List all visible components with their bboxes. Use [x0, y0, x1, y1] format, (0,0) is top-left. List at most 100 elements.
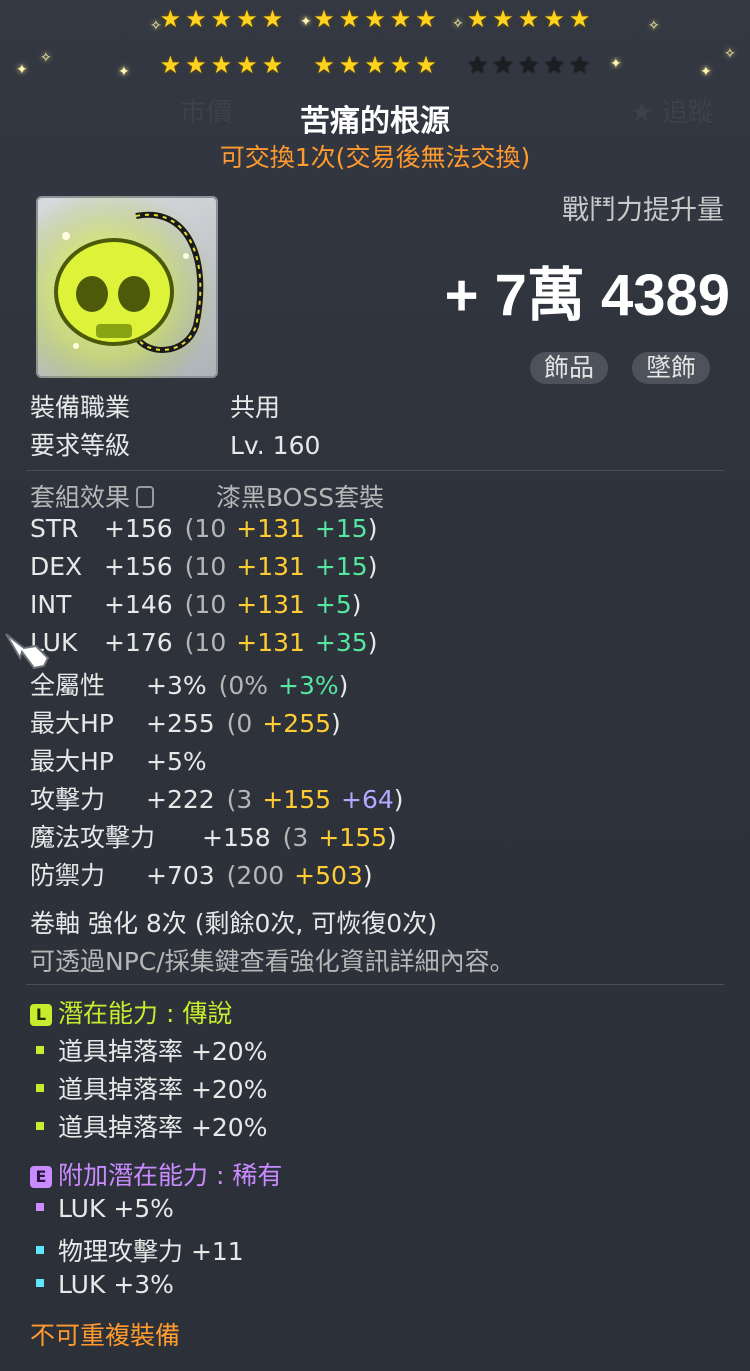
star-icon: ★ — [492, 5, 514, 33]
star-force-bar: ★ ★ ★ ★ ★ ★ ★ ★ ★ ★ ★ ★ ★ ★ ★ ★ ★ ★ ★ ★ ★ ★ ★ ★ ★ ★ ★ ★ ★ ★ ✦ ✧ ✦ ✧ … — [16, 5, 736, 80]
additional-potential-header: E 附加潛在能力 : 稀有 — [30, 1156, 282, 1192]
star-icon: ★ — [185, 5, 207, 33]
stat-base: (3 — [282, 823, 309, 852]
stat-base: (200 — [226, 861, 285, 890]
requirement-value: Lv. 160 — [230, 431, 321, 460]
potential-line-text: 道具掉落率 +20% — [58, 1113, 268, 1142]
additional-line: LUK +5% — [30, 1194, 174, 1223]
stat-total: +3% — [146, 671, 207, 700]
star-group: ★ ★ ★ ★ ★ — [467, 6, 591, 32]
star-icon: ★ — [517, 51, 540, 79]
skull-pendant-icon — [36, 196, 218, 378]
stat-name: DEX — [30, 552, 83, 581]
stat-base: (0 — [226, 709, 253, 738]
star-icon: ★ — [389, 51, 412, 79]
stat-base: (10 — [184, 590, 227, 619]
stat-end: ) — [367, 514, 378, 543]
star-icon: ★ — [543, 51, 565, 79]
stat-total: +156 — [104, 552, 173, 581]
scroll-upgrade-hint: 可透過NPC/採集鍵查看強化資訊詳細內容。 — [30, 947, 515, 976]
stat-b: +64 — [341, 785, 394, 814]
stat-a: +503 — [294, 861, 363, 890]
additional-line-text: LUK +3% — [58, 1270, 174, 1299]
stat-end: ) — [338, 671, 349, 700]
star-group: ★ ★ ★ ★ ★ — [160, 52, 284, 78]
stat-row: LUK +176 (10 +131 +35) — [30, 628, 377, 657]
potential-header: L 潛在能力 : 傳說 — [30, 994, 232, 1030]
stat-end: ) — [393, 785, 404, 814]
star-icon: ★ — [313, 5, 335, 33]
stat-row: 防禦力 +703 (200 +503) — [30, 856, 373, 892]
set-effect-row[interactable]: 套組效果 漆黑BOSS套裝 — [30, 478, 384, 514]
stat-b: +15 — [314, 514, 368, 543]
stat-end: ) — [387, 823, 397, 852]
star-icon: ★ — [466, 5, 489, 33]
stat-total: +255 — [146, 709, 215, 738]
item-icon-frame — [36, 196, 218, 378]
star-group: ★ ★ ★ ★ ★ — [313, 6, 437, 32]
stat-base: (3 — [226, 785, 253, 814]
requirement-row: 要求等級 Lv. 160 — [30, 426, 320, 462]
stat-name: 防禦力 — [30, 861, 106, 890]
rare-badge-icon: E — [30, 1166, 52, 1188]
scroll-upgrade-line: 卷軸 強化 8次 (剩餘0次, 可恢復0次) — [30, 909, 437, 938]
stat-name: 最大HP — [30, 747, 114, 776]
stat-total: +703 — [146, 861, 215, 890]
additional-potential-title: 附加潛在能力 : 稀有 — [58, 1161, 283, 1190]
star-icon: ★ — [568, 51, 591, 79]
additional-line-text: 物理攻擊力 +11 — [58, 1237, 244, 1266]
stat-row: 魔法攻擊力 +158 (3 +155) — [30, 818, 397, 854]
star-icon: ★ — [159, 51, 182, 79]
stat-b: +3% — [278, 671, 339, 700]
stat-a: +255 — [262, 709, 332, 738]
stat-a: +131 — [236, 514, 305, 543]
unique-equip-notice: 不可重複裝備 — [30, 1321, 181, 1350]
item-name: 苦痛的根源 — [300, 104, 450, 139]
star-icon: ★ — [338, 5, 361, 33]
requirement-label: 要求等級 — [30, 431, 131, 460]
star-group: ★ ★ ★ ★ ★ — [160, 6, 284, 32]
hand-cursor-icon — [5, 633, 50, 670]
stat-name: STR — [30, 514, 79, 543]
stat-base: (10 — [184, 628, 227, 657]
star-icon: ★ — [338, 51, 361, 79]
stat-end: ) — [362, 861, 373, 890]
tag-accessory: 飾品 — [530, 352, 609, 384]
potential-line: 道具掉落率 +20% — [30, 1108, 267, 1144]
stat-row: 攻擊力 +222 (3 +155 +64) — [30, 780, 404, 816]
stat-base: (0% — [218, 671, 269, 700]
stat-base: (10 — [184, 552, 227, 581]
stat-b: +15 — [314, 552, 368, 581]
requirement-row: 裝備職業 共用 — [30, 388, 280, 424]
stat-end: ) — [367, 628, 378, 657]
stat-a: +131 — [236, 552, 305, 581]
combat-power-value: + 7萬 4389 — [444, 263, 730, 328]
potential-title: 潛在能力 : 傳說 — [58, 999, 233, 1028]
requirement-label: 裝備職業 — [30, 393, 131, 422]
stat-row: STR +156 (10 +131 +15) — [30, 514, 377, 543]
star-icon: ★ — [236, 5, 258, 33]
legendary-badge-icon: L — [30, 1004, 52, 1026]
bullet-icon — [36, 1084, 44, 1092]
bullet-icon — [36, 1279, 44, 1287]
additional-line: LUK +3% — [30, 1270, 174, 1299]
star-icon: ★ — [364, 5, 386, 33]
bullet-icon — [36, 1122, 44, 1130]
star-group: ★ ★ ★ ★ ★ — [313, 52, 437, 78]
stat-total: +176 — [104, 628, 173, 657]
potential-line: 道具掉落率 +20% — [30, 1070, 267, 1106]
stat-a: +131 — [236, 628, 305, 657]
lock-icon — [136, 486, 155, 508]
stat-name: INT — [30, 590, 72, 619]
tag-pendant: 墜飾 — [632, 352, 711, 384]
requirement-value: 共用 — [230, 393, 281, 422]
stat-name: 魔法攻擊力 — [30, 823, 156, 852]
combat-power-label: 戰鬥力提升量 — [562, 195, 724, 226]
stat-row: 最大HP +255 (0 +255) — [30, 704, 341, 740]
star-icon: ★ — [159, 5, 182, 33]
potential-line: 道具掉落率 +20% — [30, 1032, 267, 1068]
bullet-icon — [36, 1246, 44, 1254]
set-effect-label: 套組效果 — [30, 483, 131, 512]
divider — [26, 470, 724, 471]
stat-total: +222 — [146, 785, 215, 814]
